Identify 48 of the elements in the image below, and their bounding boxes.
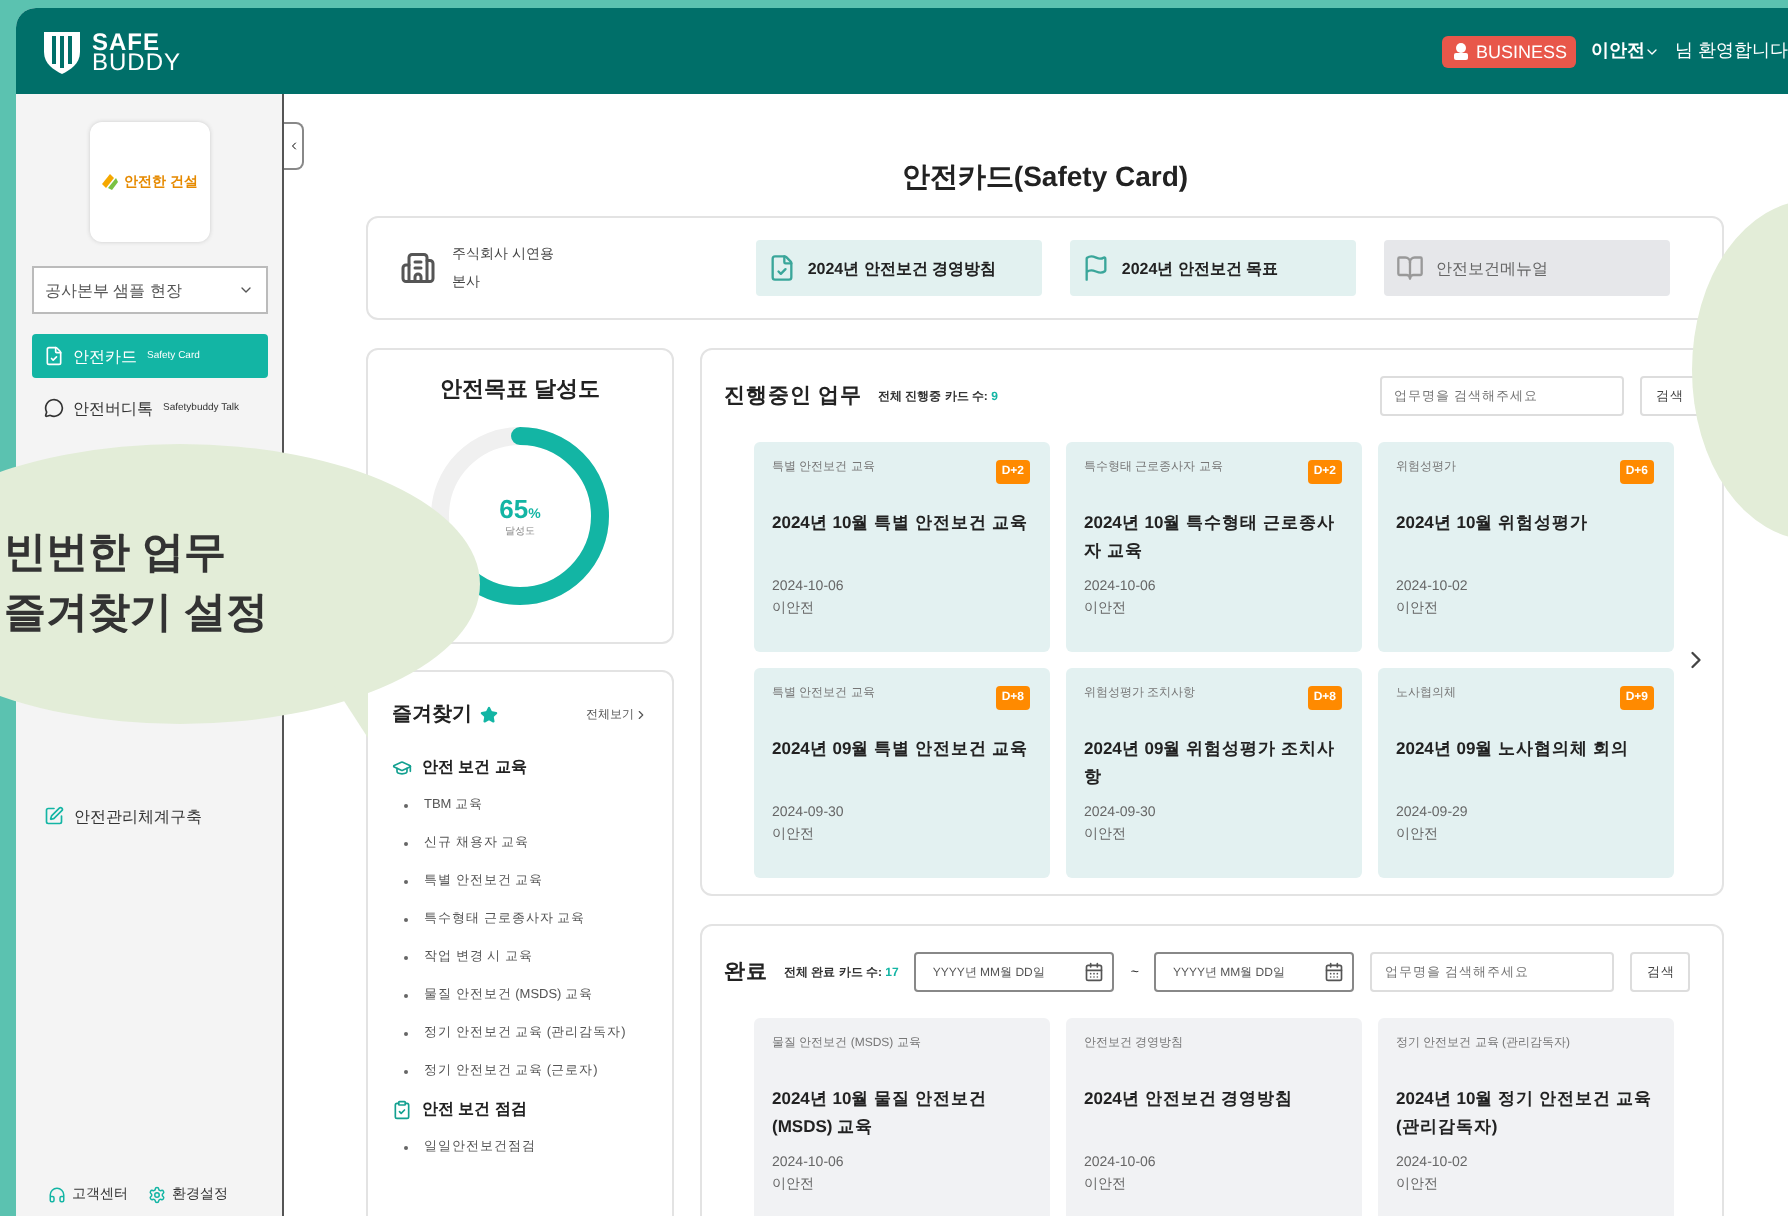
task-title: 2024년 10월 특수형태 근로종사자 교육: [1084, 510, 1337, 564]
graduation-cap-icon: [392, 757, 412, 777]
edit-icon: [44, 806, 64, 826]
task-title: 2024년 안전보건 경영방침: [1084, 1086, 1296, 1112]
task-title: 2024년 10월 위험성평가: [1396, 510, 1591, 536]
section-title: 진행중인 업무: [724, 382, 862, 410]
task-title: 2024년 09월 노사협의체 회의: [1396, 736, 1631, 762]
flag-icon: [1081, 254, 1110, 282]
callout-text: 즐겨찾기 설정: [4, 588, 270, 640]
checklist-icon: [43, 346, 63, 366]
shield-logo-icon: [40, 27, 84, 75]
favorite-group-title: 안전 보건 점검: [422, 1098, 527, 1120]
chat-icon: [43, 398, 63, 418]
logo-mark-icon: [100, 172, 121, 192]
user-menu[interactable]: 이안전: [1590, 38, 1661, 64]
welcome-text: 님 환영합니다: [1674, 38, 1788, 64]
headset-icon: [48, 1185, 66, 1203]
building-icon: [400, 250, 436, 286]
quick-link-button[interactable]: 2024년 안전보건 목표: [1069, 240, 1356, 296]
quick-link-button[interactable]: 2024년 안전보건 경영방침: [755, 240, 1042, 296]
task-title: 2024년 10월 물질 안전보건 (MSDS) 교육: [772, 1086, 989, 1140]
card-title: 즐겨찾기: [392, 702, 472, 728]
sidebar-item[interactable]: 안전관리체계구축: [32, 794, 268, 838]
star-icon: [480, 705, 498, 723]
section-title: 완료: [724, 958, 768, 986]
task-title: 2024년 10월 정기 안전보건 교육 (관리감독자): [1396, 1086, 1654, 1140]
task-title: 2024년 09월 특별 안전보건 교육: [772, 736, 1030, 762]
site-select[interactable]: 공사본부 샘플 현장: [31, 266, 267, 314]
book-icon: [1395, 254, 1424, 282]
chevron-left-icon: [287, 140, 299, 152]
gear-icon: [148, 1185, 166, 1203]
logo-text: SAFE: [92, 31, 161, 51]
calendar-icon: [1324, 962, 1345, 982]
chevron-right-icon: [634, 707, 648, 721]
business-badge: BUSINESS: [1441, 35, 1577, 67]
card-title: 안전목표 달성도: [439, 376, 601, 404]
task-title: 2024년 10월 특별 안전보건 교육: [772, 510, 1030, 536]
callout-text: 빈번한 업무: [4, 528, 228, 580]
document-icon: [767, 254, 796, 282]
clipboard-icon: [392, 1099, 412, 1119]
chevron-down-icon: [237, 282, 253, 298]
logo-text: BUDDY: [92, 51, 182, 71]
collapse-toggle[interactable]: [284, 122, 304, 170]
page-title: 안전카드(Safety Card): [899, 160, 1191, 196]
calendar-icon: [1084, 962, 1105, 982]
task-title: 2024년 09월 위험성평가 조치사항: [1084, 736, 1337, 790]
favorite-group-title: 안전 보건 교육: [422, 756, 527, 778]
person-icon: [1451, 42, 1470, 60]
